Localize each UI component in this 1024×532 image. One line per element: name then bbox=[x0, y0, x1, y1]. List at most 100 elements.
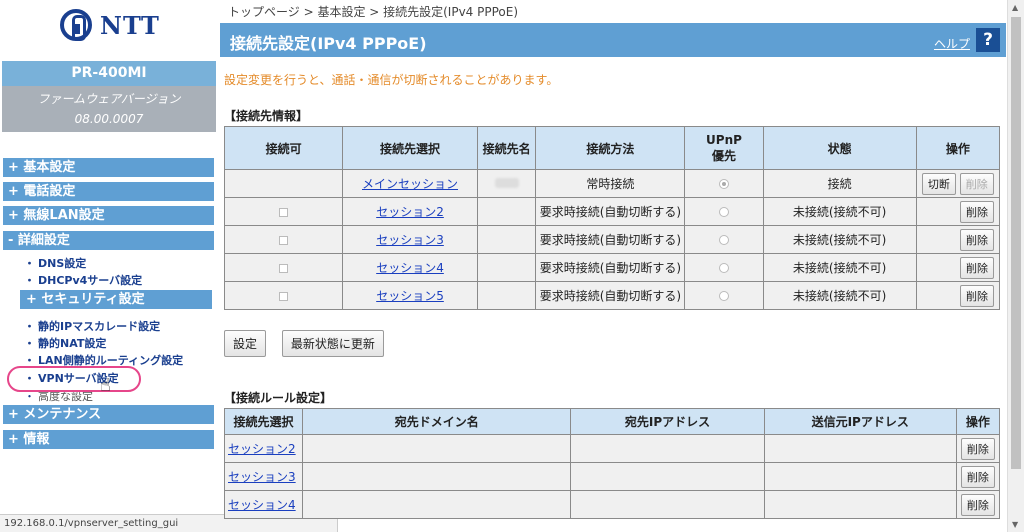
session-link[interactable]: セッション2 bbox=[376, 205, 444, 219]
upnp-radio[interactable] bbox=[718, 235, 729, 245]
title-bar: 接続先設定(IPv4 PPPoE) ヘルプ ? bbox=[220, 23, 1006, 57]
bullet-icon: ・ bbox=[24, 337, 35, 350]
rule-ops-cell: 削除 bbox=[955, 434, 1001, 463]
page-title: 接続先設定(IPv4 PPPoE) bbox=[230, 34, 427, 53]
nav-detail-settings[interactable]: - 詳細設定 bbox=[3, 231, 214, 250]
session-cell: セッション4 bbox=[342, 253, 478, 282]
nav-basic-settings[interactable]: + 基本設定 bbox=[3, 158, 214, 177]
logo-text: NTT bbox=[100, 10, 160, 40]
scroll-down-icon[interactable]: ▼ bbox=[1012, 520, 1018, 529]
method-cell: 要求時接続(自動切断する) bbox=[535, 253, 686, 282]
nav-wlan-settings[interactable]: + 無線LAN設定 bbox=[3, 206, 214, 225]
delete-button[interactable]: 削除 bbox=[960, 284, 994, 307]
enable-checkbox[interactable] bbox=[279, 235, 289, 245]
rule-ops-cell: 削除 bbox=[955, 490, 1001, 519]
nav-dhcp-label: DHCPv4サーバ設定 bbox=[38, 274, 143, 287]
table-row: セッション2 要求時接続(自動切断する) 未接続(接続不可) 削除 bbox=[223, 197, 1001, 226]
upnp-radio[interactable] bbox=[718, 179, 729, 189]
name-cell bbox=[476, 281, 537, 310]
upnp-radio[interactable] bbox=[718, 291, 729, 301]
action-buttons: 設定 最新状態に更新 bbox=[224, 330, 396, 357]
status-cell: 未接続(接続不可) bbox=[762, 253, 917, 282]
nav-security-settings[interactable]: + セキュリティ設定 bbox=[20, 290, 212, 309]
enable-checkbox[interactable] bbox=[279, 207, 289, 217]
table-row: セッション5 要求時接続(自動切断する) 未接続(接続不可) 削除 bbox=[223, 281, 1001, 310]
session-cell: セッション5 bbox=[342, 281, 478, 310]
rule-session-link[interactable]: セッション3 bbox=[228, 470, 296, 484]
nav-static-nat-label: 静的NAT設定 bbox=[38, 337, 107, 350]
help-icon[interactable]: ? bbox=[976, 28, 1000, 52]
dst-ip-cell bbox=[570, 434, 765, 463]
name-cell bbox=[476, 169, 537, 198]
col-select: 接続先選択 bbox=[342, 126, 478, 170]
table-row: メインセッション 常時接続 接続 切断 削除 bbox=[223, 169, 1001, 198]
nav-info[interactable]: + 情報 bbox=[3, 430, 214, 449]
nav-phone-settings[interactable]: + 電話設定 bbox=[3, 182, 214, 201]
nav-ip-masquerade[interactable]: ・静的IPマスカレード設定 bbox=[24, 318, 160, 334]
upnp-cell bbox=[684, 281, 764, 310]
session-cell: セッション3 bbox=[342, 225, 478, 254]
session-link[interactable]: セッション5 bbox=[376, 289, 444, 303]
vertical-scrollbar[interactable]: ▲ ▼ bbox=[1007, 0, 1024, 532]
delete-button[interactable]: 削除 bbox=[960, 200, 994, 223]
redacted-name bbox=[494, 177, 519, 188]
hand-cursor-icon: ☝ bbox=[100, 375, 111, 396]
src-ip-cell bbox=[763, 462, 957, 491]
main-content: トップページ > 基本設定 > 接続先設定(IPv4 PPPoE) 接続先設定(… bbox=[220, 0, 1006, 532]
rule-session-cell: セッション4 bbox=[223, 490, 304, 519]
col-upnp-line2: 優先 bbox=[711, 148, 736, 163]
col-domain: 宛先ドメイン名 bbox=[302, 408, 572, 435]
src-ip-cell bbox=[763, 434, 957, 463]
scrollbar-thumb[interactable] bbox=[1011, 17, 1021, 469]
upnp-cell bbox=[684, 253, 764, 282]
ops-cell: 削除 bbox=[915, 281, 1001, 310]
delete-button[interactable]: 削除 bbox=[960, 437, 995, 460]
refresh-button[interactable]: 最新状態に更新 bbox=[281, 330, 384, 357]
help-link[interactable]: ヘルプ bbox=[934, 35, 970, 52]
enable-checkbox[interactable] bbox=[279, 263, 289, 273]
session-cell: メインセッション bbox=[342, 169, 478, 198]
connection-section-title: 【接続先情報】 bbox=[224, 109, 309, 123]
table-row: セッション4 要求時接続(自動切断する) 未接続(接続不可) 削除 bbox=[223, 253, 1001, 282]
table-header-row: 接続可 接続先選択 接続先名 接続方法 UPnP 優先 状態 操作 bbox=[223, 126, 1001, 170]
enable-cell bbox=[223, 169, 344, 198]
nav-dns-label: DNS設定 bbox=[38, 257, 87, 270]
delete-button[interactable]: 削除 bbox=[960, 493, 995, 516]
delete-button[interactable]: 削除 bbox=[960, 228, 994, 251]
ops-cell: 削除 bbox=[915, 253, 1001, 282]
method-cell: 要求時接続(自動切断する) bbox=[535, 225, 686, 254]
status-cell: 未接続(接続不可) bbox=[762, 281, 917, 310]
enable-checkbox[interactable] bbox=[279, 291, 289, 301]
col-upnp: UPnP 優先 bbox=[684, 126, 764, 170]
dst-ip-cell bbox=[570, 462, 765, 491]
col-dst-ip: 宛先IPアドレス bbox=[570, 408, 765, 435]
session-link[interactable]: メインセッション bbox=[362, 177, 458, 191]
rule-session-link[interactable]: セッション2 bbox=[228, 442, 296, 456]
nav-maintenance[interactable]: + メンテナンス bbox=[3, 405, 214, 424]
disconnect-button[interactable]: 切断 bbox=[921, 172, 956, 195]
bullet-icon: ・ bbox=[24, 274, 35, 287]
rules-section-title: 【接続ルール設定】 bbox=[224, 391, 333, 405]
nav-dhcp[interactable]: ・ DHCPv4サーバ設定 bbox=[24, 272, 142, 288]
domain-cell bbox=[302, 490, 572, 519]
src-ip-cell bbox=[763, 490, 957, 519]
delete-button[interactable]: 削除 bbox=[960, 465, 995, 488]
upnp-radio[interactable] bbox=[718, 263, 729, 273]
device-model: PR-400MI bbox=[2, 61, 216, 86]
enable-cell bbox=[223, 197, 344, 226]
upnp-radio[interactable] bbox=[718, 207, 729, 217]
name-cell bbox=[476, 197, 537, 226]
session-link[interactable]: セッション4 bbox=[376, 261, 444, 275]
apply-button[interactable]: 設定 bbox=[224, 330, 267, 357]
rule-session-link[interactable]: セッション4 bbox=[228, 498, 296, 512]
enable-cell bbox=[223, 253, 344, 282]
delete-button[interactable]: 削除 bbox=[960, 256, 994, 279]
nav-dns[interactable]: ・ DNS設定 bbox=[24, 255, 86, 271]
session-link[interactable]: セッション3 bbox=[376, 233, 444, 247]
scroll-up-icon[interactable]: ▲ bbox=[1012, 3, 1018, 12]
col-enable: 接続可 bbox=[223, 126, 344, 170]
rules-table: 接続先選択 宛先ドメイン名 宛先IPアドレス 送信元IPアドレス 操作 セッショ… bbox=[223, 408, 1001, 519]
col-status: 状態 bbox=[762, 126, 917, 170]
domain-cell bbox=[302, 434, 572, 463]
nav-static-nat[interactable]: ・静的NAT設定 bbox=[24, 335, 106, 351]
